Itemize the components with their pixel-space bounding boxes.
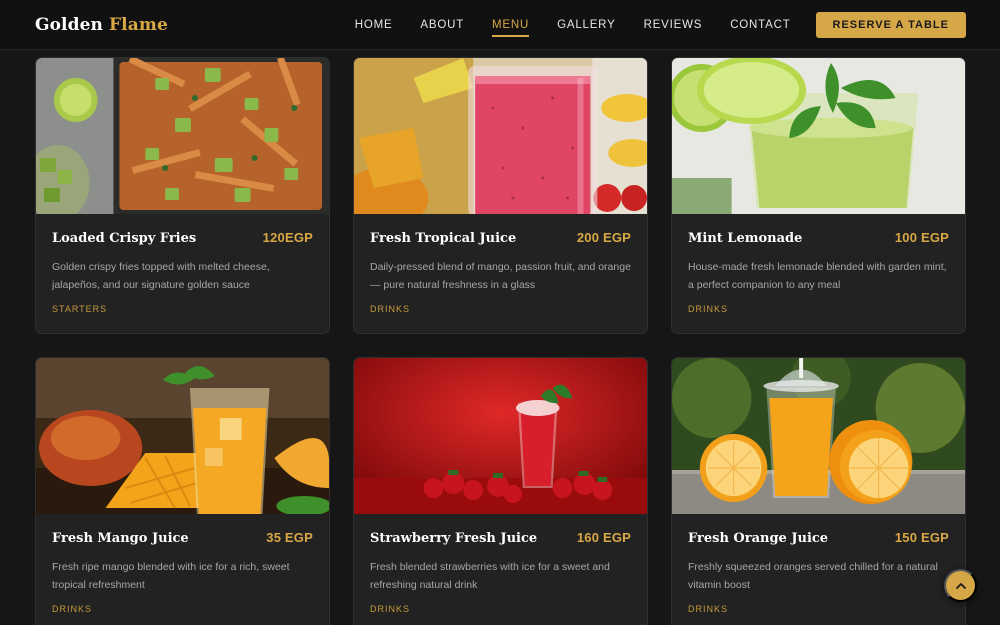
card-body: Fresh Orange Juice 150 EGP Freshly squee… (672, 514, 965, 614)
menu-card[interactable]: Loaded Crispy Fries 120EGP Golden crispy… (35, 57, 330, 334)
card-description: Fresh ripe mango blended with ice for a … (52, 561, 290, 591)
loaded-fries-photo (36, 58, 329, 214)
card-title: Strawberry Fresh Juice (370, 531, 538, 546)
card-category: STARTERS (52, 304, 108, 314)
menu-card[interactable]: Fresh Orange Juice 150 EGP Freshly squee… (671, 357, 966, 625)
chevron-up-icon (955, 582, 966, 589)
nav-link-home[interactable]: HOME (355, 16, 393, 34)
card-header: Strawberry Fresh Juice 160 EGP (370, 530, 631, 546)
brand-name-main: Golden (35, 14, 103, 35)
card-description: House-made fresh lemonade blended with g… (688, 261, 947, 291)
strawberry-juice-photo (354, 358, 647, 514)
card-price: 120EGP (262, 230, 313, 245)
card-header: Mint Lemonade 100 EGP (688, 230, 949, 246)
card-body: Fresh Mango Juice 35 EGP Fresh ripe mang… (36, 514, 329, 614)
nav-link-contact[interactable]: CONTACT (730, 16, 790, 34)
menu-card[interactable]: Mint Lemonade 100 EGP House-made fresh l… (671, 57, 966, 334)
card-title: Fresh Mango Juice (52, 531, 189, 546)
card-category: DRINKS (52, 604, 93, 614)
mint-lemonade-photo (672, 58, 965, 214)
card-price: 35 EGP (266, 530, 313, 545)
card-description: Freshly squeezed oranges served chilled … (688, 561, 938, 591)
card-title: Mint Lemonade (688, 231, 803, 246)
scroll-to-top-button[interactable] (944, 569, 977, 602)
brand-name-accent: Flame (109, 14, 168, 35)
card-price: 160 EGP (576, 530, 631, 545)
card-body: Fresh Tropical Juice 200 EGP Daily-press… (354, 214, 647, 314)
card-description: Fresh blended strawberries with ice for … (370, 561, 610, 591)
reserve-table-button[interactable]: RESERVE A TABLE (815, 11, 966, 38)
card-body: Strawberry Fresh Juice 160 EGP Fresh ble… (354, 514, 647, 614)
menu-card[interactable]: Strawberry Fresh Juice 160 EGP Fresh ble… (353, 357, 648, 625)
card-price: 150 EGP (894, 530, 949, 545)
brand-logo[interactable]: Golden Flame (35, 15, 168, 35)
card-description: Golden crispy fries topped with melted c… (52, 261, 270, 291)
card-category: DRINKS (688, 604, 729, 614)
nav-link-reviews[interactable]: REVIEWS (644, 16, 703, 34)
card-category: DRINKS (370, 604, 411, 614)
card-price: 200 EGP (576, 230, 631, 245)
navbar: Golden Flame HOME ABOUT MENU GALLERY REV… (0, 0, 1000, 50)
card-title: Fresh Orange Juice (688, 531, 829, 546)
card-body: Loaded Crispy Fries 120EGP Golden crispy… (36, 214, 329, 314)
card-category: DRINKS (688, 304, 729, 314)
card-description: Daily-pressed blend of mango, passion fr… (370, 261, 631, 291)
card-header: Fresh Tropical Juice 200 EGP (370, 230, 631, 246)
menu-card[interactable]: Fresh Tropical Juice 200 EGP Daily-press… (353, 57, 648, 334)
nav-link-menu[interactable]: MENU (492, 16, 530, 37)
card-header: Fresh Mango Juice 35 EGP (52, 530, 313, 546)
card-body: Mint Lemonade 100 EGP House-made fresh l… (672, 214, 965, 314)
nav-link-about[interactable]: ABOUT (420, 16, 464, 34)
menu-grid: Loaded Crispy Fries 120EGP Golden crispy… (35, 57, 966, 625)
main-nav: HOME ABOUT MENU GALLERY REVIEWS CONTACT (355, 16, 791, 37)
nav-link-gallery[interactable]: GALLERY (557, 16, 615, 34)
card-title: Fresh Tropical Juice (370, 231, 517, 246)
card-title: Loaded Crispy Fries (52, 231, 197, 246)
card-header: Fresh Orange Juice 150 EGP (688, 530, 949, 546)
mango-juice-photo (36, 358, 329, 514)
card-price: 100 EGP (894, 230, 949, 245)
tropical-juice-photo (354, 58, 647, 214)
orange-juice-photo (672, 358, 965, 514)
card-category: DRINKS (370, 304, 411, 314)
card-header: Loaded Crispy Fries 120EGP (52, 230, 313, 246)
menu-card[interactable]: Fresh Mango Juice 35 EGP Fresh ripe mang… (35, 357, 330, 625)
